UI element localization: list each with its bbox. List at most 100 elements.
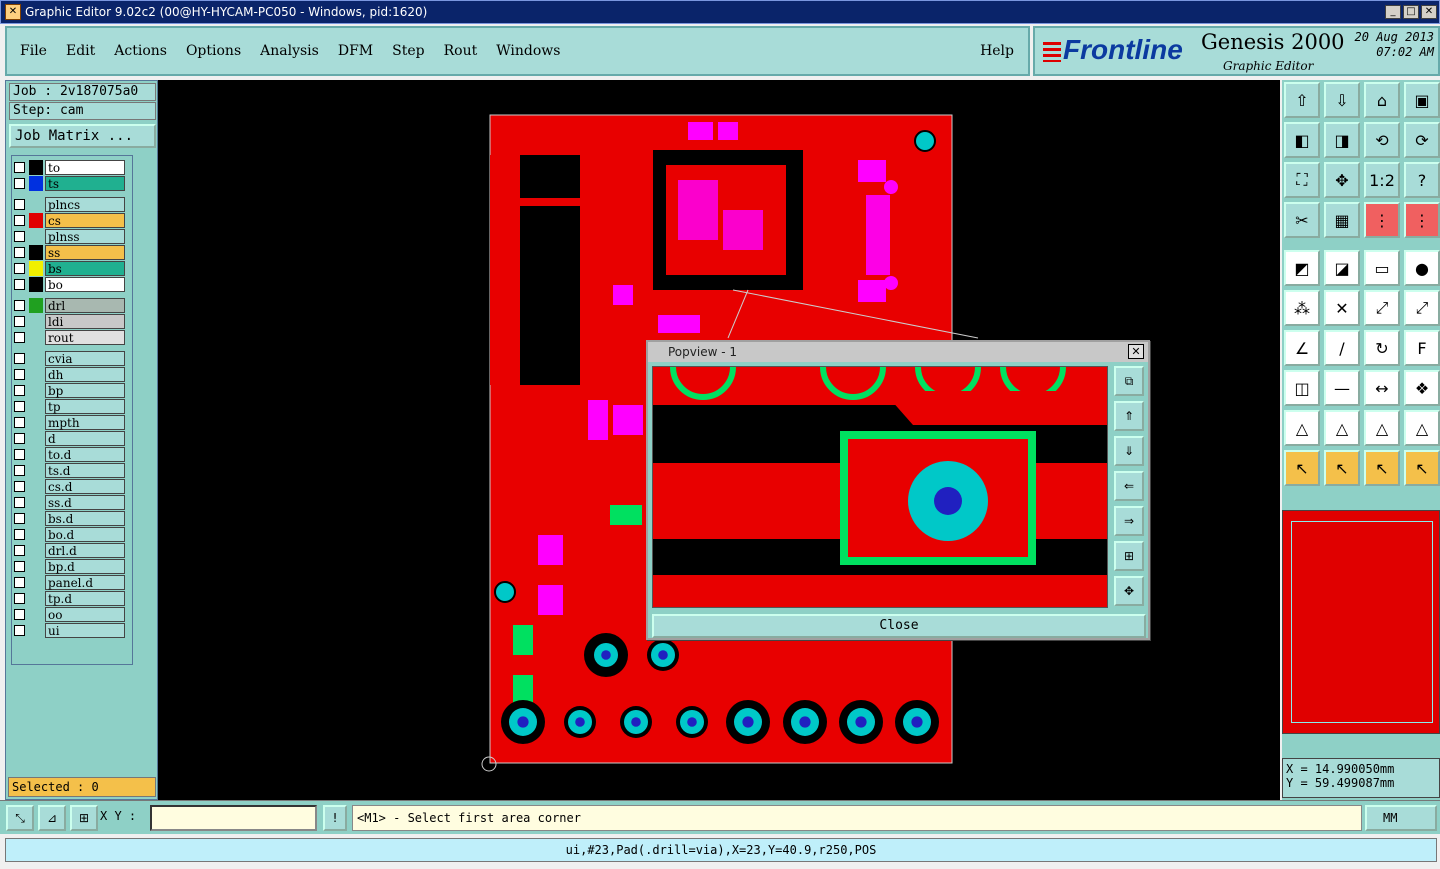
menu-windows[interactable]: Windows bbox=[496, 43, 560, 59]
layer-checkbox[interactable] bbox=[14, 162, 25, 173]
layer-checkbox[interactable] bbox=[14, 609, 25, 620]
maximize-button[interactable]: □ bbox=[1403, 5, 1419, 19]
undo-view-icon[interactable]: ⟲ bbox=[1364, 122, 1400, 158]
popview-pan-right-button[interactable]: ⇒ bbox=[1114, 506, 1144, 536]
menu-file[interactable]: File bbox=[20, 43, 47, 59]
layer-checkbox[interactable] bbox=[14, 263, 25, 274]
layer-checkbox[interactable] bbox=[14, 231, 25, 242]
menu-analysis[interactable]: Analysis bbox=[260, 43, 319, 59]
layer-row-bp-d[interactable]: bp.d bbox=[14, 559, 125, 574]
popview-close-button[interactable]: Close bbox=[652, 614, 1146, 638]
menu-step[interactable]: Step bbox=[392, 43, 424, 59]
popview-close-icon[interactable]: ✕ bbox=[1128, 344, 1144, 359]
layer-row-oo[interactable]: oo bbox=[14, 607, 125, 622]
snap-red-2-icon[interactable]: ⤢ bbox=[1404, 290, 1440, 326]
cursor-3-icon[interactable]: ↖ bbox=[1364, 450, 1400, 486]
layer-checkbox[interactable] bbox=[14, 529, 25, 540]
layer-checkbox[interactable] bbox=[14, 417, 25, 428]
triangle-2-icon[interactable]: △ bbox=[1324, 410, 1360, 446]
layer-checkbox[interactable] bbox=[14, 332, 25, 343]
pick-icon[interactable]: ◩ bbox=[1284, 250, 1320, 286]
text-f-icon[interactable]: F bbox=[1404, 330, 1440, 366]
layer-checkbox[interactable] bbox=[14, 316, 25, 327]
layer-checkbox[interactable] bbox=[14, 385, 25, 396]
snap-icon[interactable]: ⊿ bbox=[38, 805, 66, 831]
layer-row-to-d[interactable]: to.d bbox=[14, 447, 125, 462]
grid-icon[interactable]: ⊞ bbox=[70, 805, 98, 831]
menu-dfm[interactable]: DFM bbox=[338, 43, 373, 59]
fit-all-icon[interactable]: ⛶ bbox=[1284, 162, 1320, 198]
grid-icon[interactable]: ▦ bbox=[1324, 202, 1360, 238]
circle-icon[interactable]: ● bbox=[1404, 250, 1440, 286]
layer-checkbox[interactable] bbox=[14, 593, 25, 604]
layer-row-panel-d[interactable]: panel.d bbox=[14, 575, 125, 590]
layer-checkbox[interactable] bbox=[14, 300, 25, 311]
layer-row-cs-d[interactable]: cs.d bbox=[14, 479, 125, 494]
redraw-icon[interactable]: ⟳ bbox=[1404, 122, 1440, 158]
popview-center-button[interactable]: ✥ bbox=[1114, 576, 1144, 606]
menu-help[interactable]: Help bbox=[980, 43, 1014, 59]
layer-red-icon[interactable]: ⋮ bbox=[1364, 202, 1400, 238]
layer-row-tp-d[interactable]: tp.d bbox=[14, 591, 125, 606]
popview-pan-down-button[interactable]: ⇓ bbox=[1114, 436, 1144, 466]
layer-row-drl[interactable]: drl bbox=[14, 298, 125, 313]
popview-zoom-tool-button[interactable]: ⧉ bbox=[1114, 366, 1144, 396]
layer-row-ss-d[interactable]: ss.d bbox=[14, 495, 125, 510]
layer-checkbox[interactable] bbox=[14, 449, 25, 460]
layer-checkbox[interactable] bbox=[14, 369, 25, 380]
layer-row-ss[interactable]: ss bbox=[14, 245, 125, 260]
minimize-button[interactable]: _ bbox=[1385, 5, 1401, 19]
menu-rout[interactable]: Rout bbox=[444, 43, 478, 59]
triangle-1-icon[interactable]: △ bbox=[1284, 410, 1320, 446]
layer-checkbox[interactable] bbox=[14, 561, 25, 572]
menu-actions[interactable]: Actions bbox=[114, 43, 167, 59]
select-region-icon[interactable]: ◪ bbox=[1324, 250, 1360, 286]
layer-row-ts-d[interactable]: ts.d bbox=[14, 463, 125, 478]
alert-icon[interactable]: ! bbox=[323, 805, 347, 831]
line-red-icon[interactable]: ∠ bbox=[1284, 330, 1320, 366]
fit-profile-icon[interactable]: ✥ bbox=[1324, 162, 1360, 198]
layer-checkbox[interactable] bbox=[14, 215, 25, 226]
shapes-icon[interactable]: ❖ bbox=[1404, 370, 1440, 406]
connect-icon[interactable]: ⁂ bbox=[1284, 290, 1320, 326]
layer-row-cvia[interactable]: cvia bbox=[14, 351, 125, 366]
window-icon[interactable]: ▣ bbox=[1404, 82, 1440, 118]
layer-row-tp[interactable]: tp bbox=[14, 399, 125, 414]
zoom-area-icon[interactable]: ⤡ bbox=[6, 805, 34, 831]
triangle-3-icon[interactable]: △ bbox=[1364, 410, 1400, 446]
layer-row-plnss[interactable]: plnss bbox=[14, 229, 125, 244]
layer-row-drl-d[interactable]: drl.d bbox=[14, 543, 125, 558]
layer-checkbox[interactable] bbox=[14, 247, 25, 258]
layer-checkbox[interactable] bbox=[14, 481, 25, 492]
layer-checkbox[interactable] bbox=[14, 353, 25, 364]
cross-net-icon[interactable]: ✕ bbox=[1324, 290, 1360, 326]
layer-checkbox[interactable] bbox=[14, 513, 25, 524]
layer-row-d[interactable]: d bbox=[14, 431, 125, 446]
layer-row-to[interactable]: to bbox=[14, 160, 125, 175]
layer-checkbox[interactable] bbox=[14, 545, 25, 556]
unit-selector[interactable]: MM bbox=[1365, 805, 1437, 831]
one-to-two-icon[interactable]: 1:2 bbox=[1364, 162, 1400, 198]
layer-row-bo-d[interactable]: bo.d bbox=[14, 527, 125, 542]
layer-row-mpth[interactable]: mpth bbox=[14, 415, 125, 430]
popview-fit-button[interactable]: ⊞ bbox=[1114, 541, 1144, 571]
popview-canvas[interactable] bbox=[652, 366, 1108, 608]
zoom-right-icon[interactable]: ◨ bbox=[1324, 122, 1360, 158]
arc-icon[interactable]: ↻ bbox=[1364, 330, 1400, 366]
layer-red-2-icon[interactable]: ⋮ bbox=[1404, 202, 1440, 238]
layer-checkbox[interactable] bbox=[14, 625, 25, 636]
layer-row-ldi[interactable]: ldi bbox=[14, 314, 125, 329]
close-window-button[interactable]: ✕ bbox=[1421, 5, 1437, 19]
layer-row-cs[interactable]: cs bbox=[14, 213, 125, 228]
cursor-4-icon[interactable]: ↖ bbox=[1404, 450, 1440, 486]
line-dash-icon[interactable]: — bbox=[1324, 370, 1360, 406]
layer-checkbox[interactable] bbox=[14, 577, 25, 588]
zoom-left-icon[interactable]: ◧ bbox=[1284, 122, 1320, 158]
layer-checkbox[interactable] bbox=[14, 199, 25, 210]
triangle-4-icon[interactable]: △ bbox=[1404, 410, 1440, 446]
layer-row-bo[interactable]: bo bbox=[14, 277, 125, 292]
menu-edit[interactable]: Edit bbox=[66, 43, 95, 59]
menu-options[interactable]: Options bbox=[186, 43, 241, 59]
layer-row-ui[interactable]: ui bbox=[14, 623, 125, 638]
layer-checkbox[interactable] bbox=[14, 433, 25, 444]
